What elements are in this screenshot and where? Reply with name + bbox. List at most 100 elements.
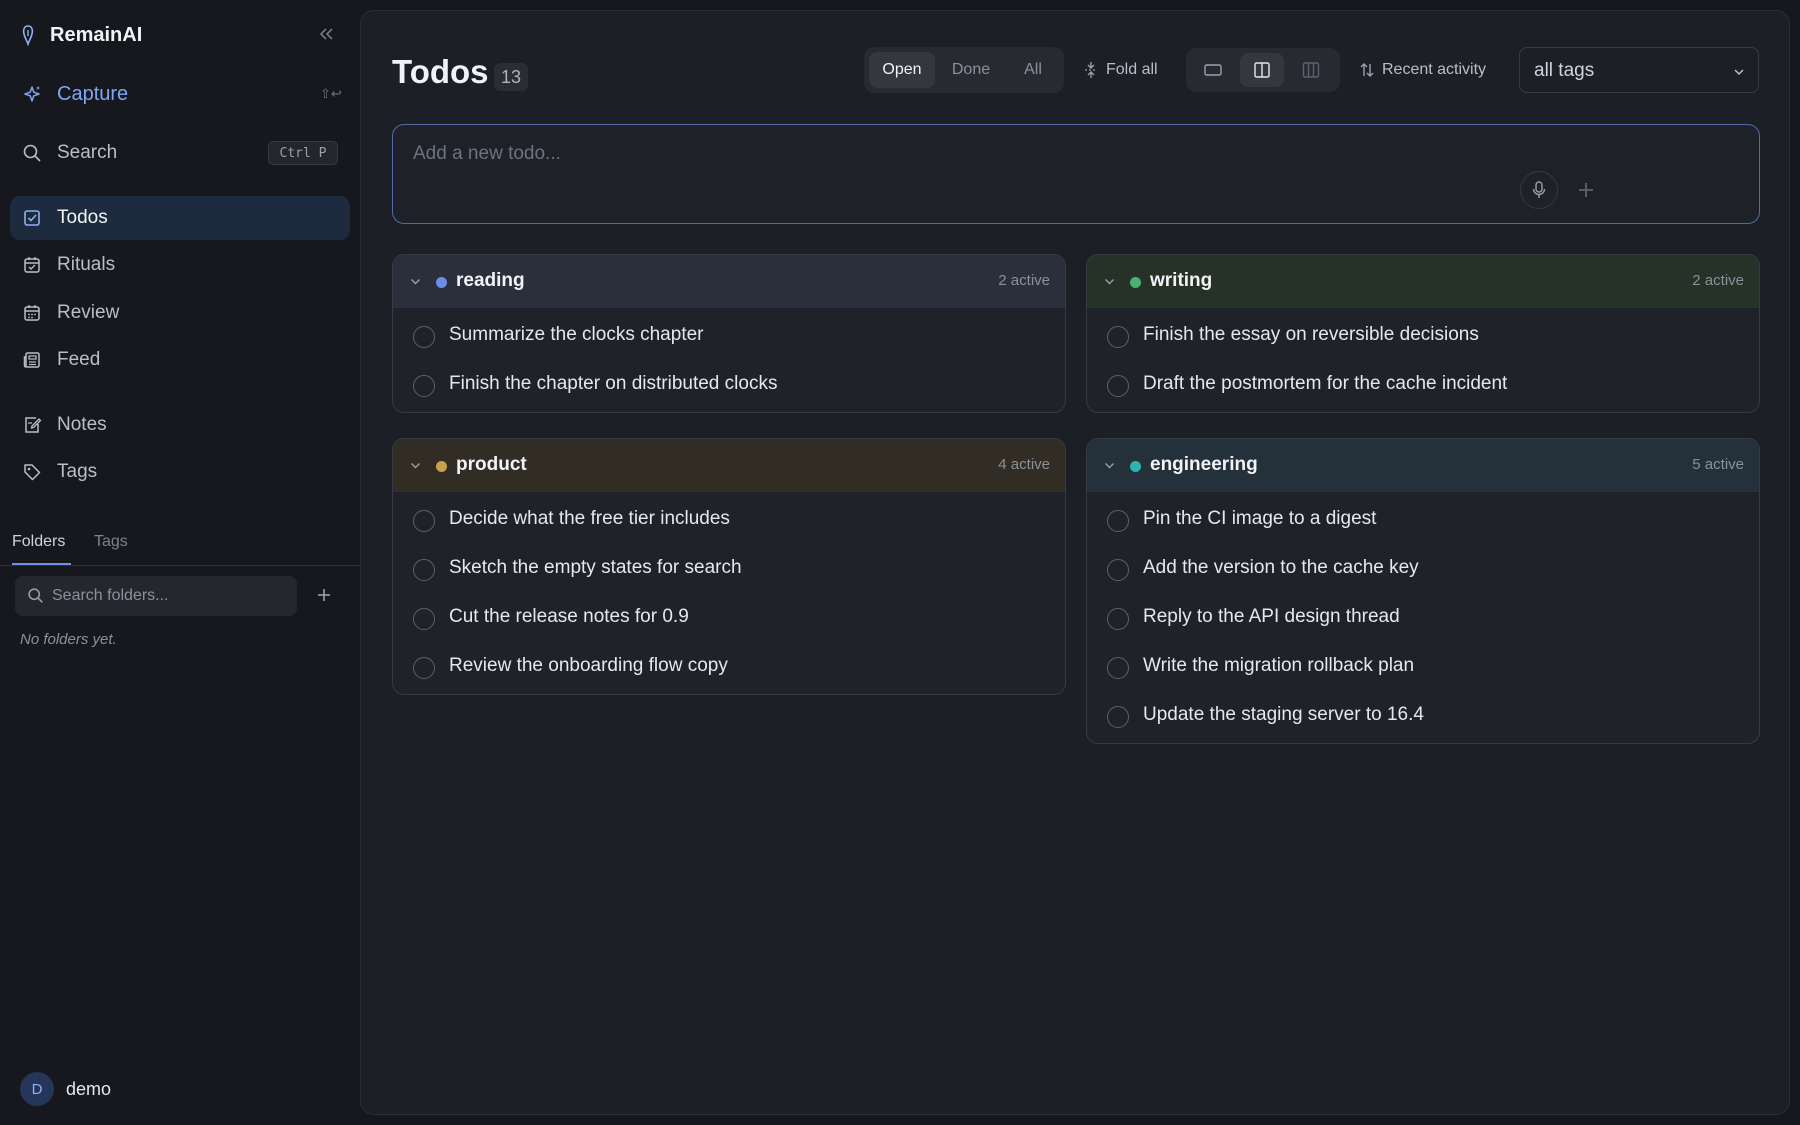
- todo-text[interactable]: Decide what the free tier includes: [449, 508, 730, 530]
- checkbox-icon: [24, 210, 40, 226]
- avatar: D: [20, 1072, 54, 1106]
- todo-checkbox[interactable]: [1107, 375, 1129, 397]
- group-header[interactable]: reading 2 active: [393, 255, 1065, 308]
- tab-folders[interactable]: Folders: [12, 533, 65, 551]
- group-active-count: 2 active: [998, 272, 1050, 289]
- tab-tags[interactable]: Tags: [94, 533, 128, 551]
- search-shortcut: Ctrl P: [268, 141, 338, 165]
- sidebar-item-feed[interactable]: Feed: [10, 338, 350, 382]
- sidebar-item-label: Notes: [57, 414, 107, 435]
- voice-input-button[interactable]: [1520, 171, 1558, 209]
- todo-checkbox[interactable]: [1107, 510, 1129, 532]
- sidebar-item-review[interactable]: Review: [10, 291, 350, 335]
- todo-checkbox[interactable]: [1107, 326, 1129, 348]
- add-todo-icon[interactable]: [1576, 180, 1596, 200]
- chevron-down-icon[interactable]: [1103, 275, 1116, 288]
- todo-checkbox[interactable]: [1107, 657, 1129, 679]
- todo-item: Decide what the free tier includes: [393, 495, 1065, 544]
- group-color-dot: [436, 461, 447, 472]
- single-column-icon: [1204, 64, 1222, 76]
- sidebar-item-label: Review: [57, 302, 120, 323]
- todo-text[interactable]: Finish the chapter on distributed clocks: [449, 373, 777, 395]
- todo-text[interactable]: Cut the release notes for 0.9: [449, 606, 689, 628]
- todo-checkbox[interactable]: [1107, 706, 1129, 728]
- search-label: Search: [57, 142, 118, 163]
- page-title: Todos: [392, 53, 489, 90]
- todo-item: Review the onboarding flow copy: [393, 642, 1065, 691]
- group-name: product: [456, 454, 527, 475]
- search-button[interactable]: Search Ctrl P: [10, 131, 350, 175]
- group-name: reading: [456, 270, 525, 291]
- todo-list: Summarize the clocks chapter Finish the …: [393, 308, 1065, 412]
- group-card-engineering: engineering 5 active Pin the CI image to…: [1086, 438, 1760, 744]
- todo-text[interactable]: Reply to the API design thread: [1143, 606, 1400, 628]
- todo-checkbox[interactable]: [413, 375, 435, 397]
- todo-checkbox[interactable]: [413, 326, 435, 348]
- layout-two-column-button[interactable]: [1240, 53, 1284, 87]
- group-header[interactable]: writing 2 active: [1087, 255, 1759, 308]
- sidebar-item-label: Feed: [57, 349, 101, 370]
- folder-search-input[interactable]: [52, 576, 292, 616]
- todo-checkbox[interactable]: [1107, 559, 1129, 581]
- layout-three-column-button[interactable]: [1289, 53, 1333, 87]
- sidebar-item-notes[interactable]: Notes: [10, 403, 350, 447]
- filter-all-button[interactable]: All: [1007, 52, 1059, 88]
- main-panel: Todos 13 Open Done All Fold all Recent a…: [360, 10, 1790, 1115]
- todo-checkbox[interactable]: [413, 657, 435, 679]
- group-active-count: 2 active: [1692, 272, 1744, 289]
- todo-text[interactable]: Sketch the empty states for search: [449, 557, 742, 579]
- collapse-sidebar-icon[interactable]: [316, 24, 336, 44]
- todo-checkbox[interactable]: [413, 608, 435, 630]
- layout-single-column-button[interactable]: [1191, 53, 1235, 87]
- add-folder-icon[interactable]: [314, 585, 334, 605]
- folder-search: [15, 576, 297, 616]
- todo-list: Decide what the free tier includes Sketc…: [393, 492, 1065, 694]
- todo-text[interactable]: Finish the essay on reversible decisions: [1143, 324, 1479, 346]
- filter-done-button[interactable]: Done: [937, 52, 1005, 88]
- brand[interactable]: RemainAI: [20, 20, 142, 50]
- todo-checkbox[interactable]: [1107, 608, 1129, 630]
- tag-icon: [24, 464, 41, 481]
- group-color-dot: [436, 277, 447, 288]
- sidebar-item-todos[interactable]: Todos: [10, 196, 350, 240]
- search-icon: [23, 144, 41, 162]
- microphone-icon: [1532, 181, 1546, 198]
- chevron-down-icon[interactable]: [409, 275, 422, 288]
- sparkles-icon: [24, 86, 40, 102]
- todo-checkbox[interactable]: [413, 559, 435, 581]
- todo-checkbox[interactable]: [413, 510, 435, 532]
- sidebar-item-label: Tags: [57, 461, 98, 482]
- todo-text[interactable]: Summarize the clocks chapter: [449, 324, 704, 346]
- user-menu[interactable]: D demo: [20, 1072, 111, 1106]
- capture-button[interactable]: Capture ⇧↩: [10, 72, 350, 116]
- todo-item: Summarize the clocks chapter: [393, 311, 1065, 360]
- status-filter: Open Done All: [864, 47, 1064, 93]
- group-header[interactable]: engineering 5 active: [1087, 439, 1759, 492]
- sidebar: RemainAI Capture ⇧↩ Search Ctrl P Todos: [0, 0, 360, 1125]
- todo-text[interactable]: Pin the CI image to a digest: [1143, 508, 1376, 530]
- sidebar-item-rituals[interactable]: Rituals: [10, 243, 350, 287]
- todo-list: Pin the CI image to a digest Add the ver…: [1087, 492, 1759, 743]
- active-tab-indicator: [12, 563, 71, 565]
- fold-icon: [1085, 62, 1097, 78]
- todo-item: Finish the chapter on distributed clocks: [393, 360, 1065, 409]
- chevron-down-icon[interactable]: [409, 459, 422, 472]
- calendar-check-icon: [24, 257, 40, 273]
- fold-all-label: Fold all: [1106, 61, 1158, 78]
- filter-open-button[interactable]: Open: [869, 52, 935, 88]
- sort-button[interactable]: Recent activity: [1360, 57, 1486, 83]
- todo-text[interactable]: Review the onboarding flow copy: [449, 655, 728, 677]
- chevron-down-icon[interactable]: [1103, 459, 1116, 472]
- todo-text[interactable]: Draft the postmortem for the cache incid…: [1143, 373, 1507, 395]
- tag-filter-select[interactable]: all tags: [1519, 47, 1759, 93]
- group-header[interactable]: product 4 active: [393, 439, 1065, 492]
- new-todo-input[interactable]: Add a new todo...: [392, 124, 1760, 224]
- fold-all-button[interactable]: Fold all: [1084, 57, 1158, 83]
- sidebar-item-tags[interactable]: Tags: [10, 450, 350, 494]
- todo-item: Update the staging server to 16.4: [1087, 691, 1759, 740]
- todo-text[interactable]: Add the version to the cache key: [1143, 557, 1419, 579]
- group-active-count: 4 active: [998, 456, 1050, 473]
- todo-text[interactable]: Write the migration rollback plan: [1143, 655, 1414, 677]
- todo-text[interactable]: Update the staging server to 16.4: [1143, 704, 1424, 726]
- empty-folders-message: No folders yet.: [20, 631, 117, 648]
